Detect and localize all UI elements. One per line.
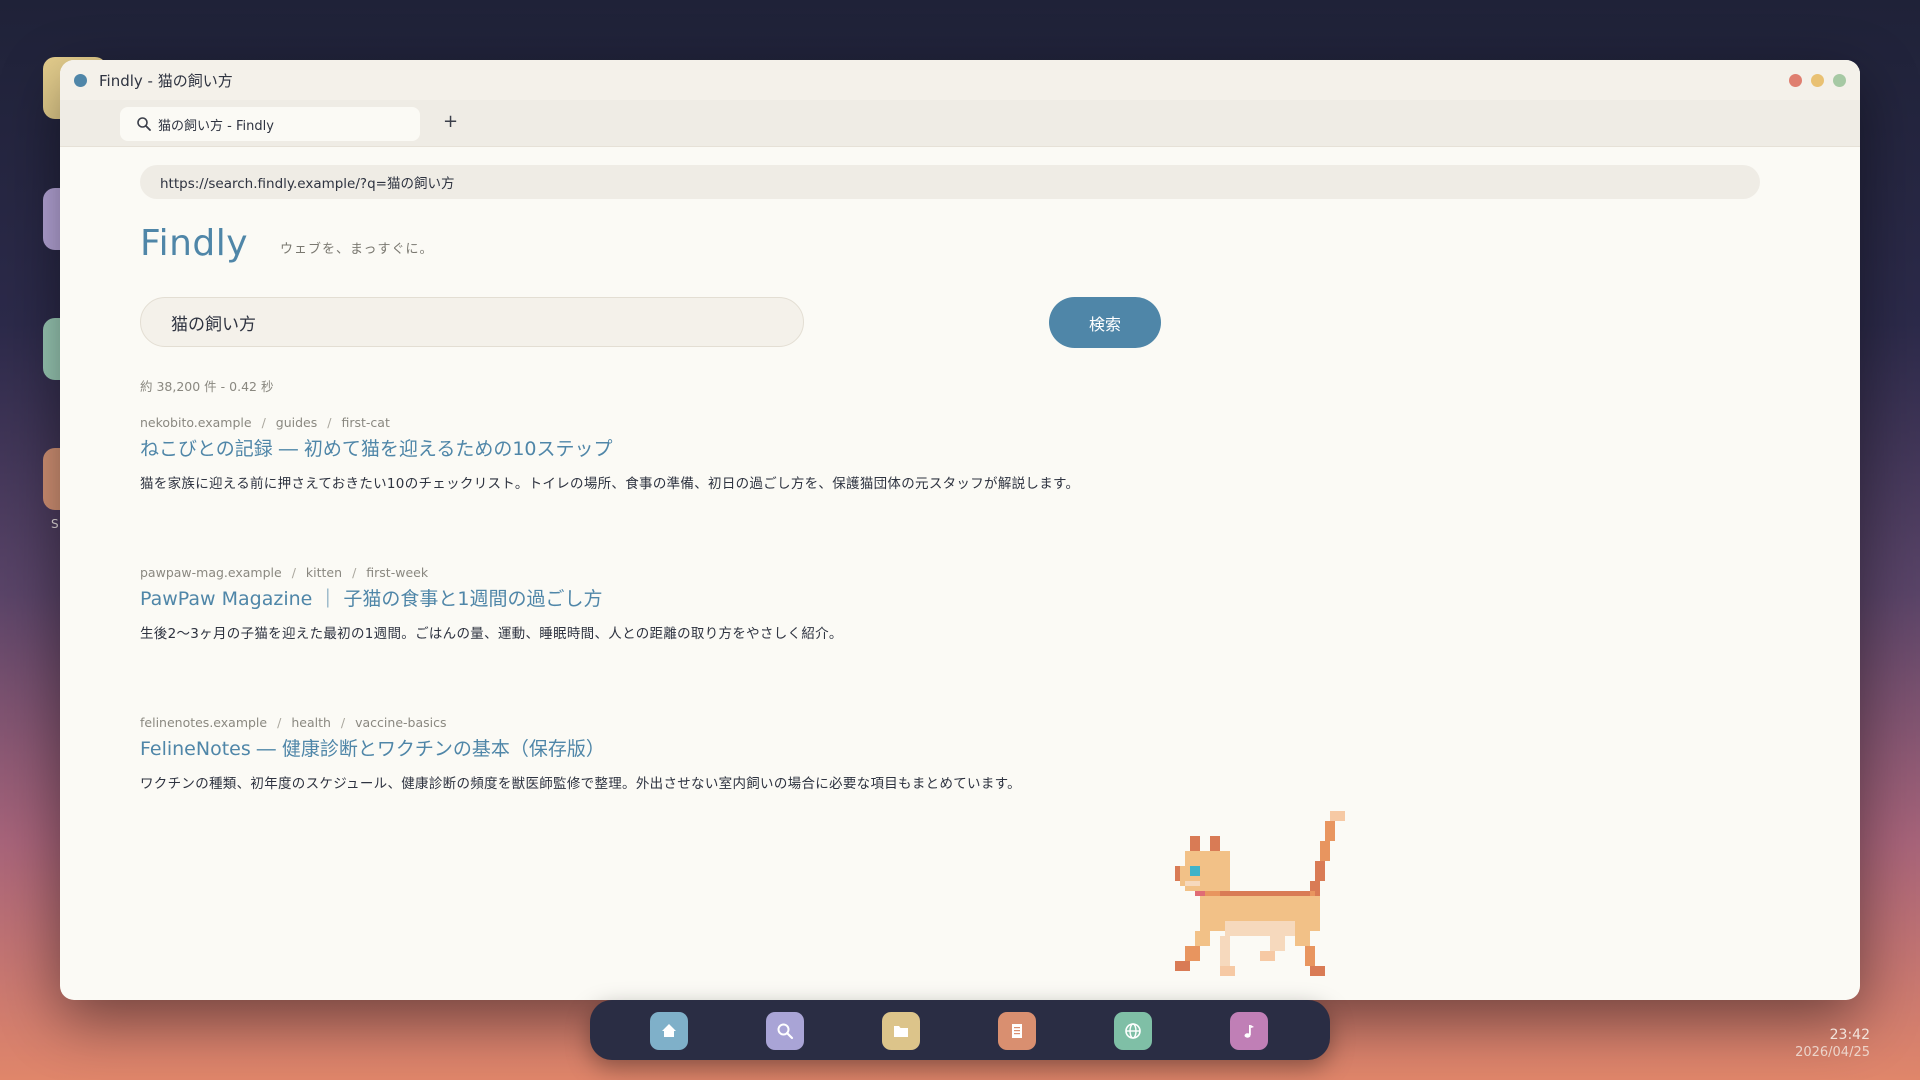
tab-bar: 猫の飼い方 - Findly + [60,100,1860,147]
site-tagline: ウェブを、まっすぐに。 [280,242,434,257]
folder-icon [894,1026,908,1037]
result-title-link[interactable]: ねこびとの記録 ― 初めて猫を迎えるための10ステップ [140,434,1340,461]
result-stats: 約 38,200 件 - 0.42 秒 [140,379,274,394]
crumb-segment: first-week [366,565,429,580]
crumb-separator: / [340,715,346,730]
document-icon [1012,1024,1022,1038]
url-text: https://search.findly.example/?q=猫の飼い方 [160,176,455,192]
new-tab-button[interactable]: + [443,111,458,132]
desktop-icon-label: S [51,517,59,531]
tab-label: 猫の飼い方 - Findly [158,118,274,134]
dock-music[interactable] [1230,1012,1268,1050]
search-icon [777,1023,794,1040]
home-icon [662,1024,676,1037]
crumb-segment: health [291,715,331,730]
crumb-domain: pawpaw-mag.example [140,565,282,580]
address-bar[interactable]: https://search.findly.example/?q=猫の飼い方 [140,165,1760,199]
site-logo[interactable]: Findly [140,223,248,264]
result-snippet: 生後2〜3ヶ月の子猫を迎えた最初の1週間。ごはんの量、運動、睡眠時間、人との距離… [140,626,843,642]
dock [590,1000,1330,1060]
crumb-separator: / [291,565,296,580]
dock-notes[interactable] [998,1012,1036,1050]
clock-date: 2026/04/25 [1795,1045,1870,1060]
result-breadcrumb[interactable]: pawpaw-mag.example / kitten / first-week [140,565,1340,580]
crumb-segment: kitten [305,565,343,580]
close-button[interactable] [1789,74,1802,87]
result-title-link[interactable]: PawPaw Magazine ｜ 子猫の食事と1週間の過ごし方 [140,584,1340,611]
crumb-separator: / [261,415,266,430]
clock-time: 23:42 [1829,1027,1870,1043]
dock-home[interactable] [650,1012,688,1050]
result-breadcrumb[interactable]: felinenotes.example / health / vaccine-bas… [140,715,1340,730]
minimize-button[interactable] [1811,74,1824,87]
search-result: nekobito.example / guides / first-cat ねこびと… [140,415,1340,492]
search-input[interactable] [140,297,804,347]
window-controls [1789,74,1846,87]
system-clock[interactable]: 23:42 2026/04/25 [1795,1027,1870,1060]
window-title: Findly - 猫の飼い方 [99,71,233,90]
tab-active[interactable]: 猫の飼い方 - Findly [120,107,420,141]
crumb-segment: vaccine-basics [355,715,447,730]
search-result: felinenotes.example / health / vaccine-bas… [140,715,1340,792]
result-snippet: 猫を家族に迎える前に押さえておきたい10のチェックリスト。トイレの場所、食事の準… [140,476,1080,492]
crumb-segment: first-cat [341,415,390,430]
crumb-domain: nekobito.example [140,415,252,430]
pixel-cat-mascot [1175,811,1345,976]
crumb-separator: / [352,565,357,580]
music-icon [1244,1025,1254,1038]
result-title-link[interactable]: FelineNotes ― 健康診断とワクチンの基本（保存版） [140,734,1340,761]
result-snippet: ワクチンの種類、初年度のスケジュール、健康診断の頻度を獣医師監修で整理。外出させ… [140,776,1021,792]
browser-window: Findly - 猫の飼い方 猫の飼い方 - Findly + https://… [60,60,1860,1000]
maximize-button[interactable] [1833,74,1846,87]
result-breadcrumb[interactable]: nekobito.example / guides / first-cat [140,415,1340,430]
title-bar: Findly - 猫の飼い方 [60,60,1860,100]
crumb-segment: guides [275,415,318,430]
globe-icon [1125,1023,1141,1039]
search-button[interactable]: 検索 [1049,297,1161,348]
search-result: pawpaw-mag.example / kitten / first-week P… [140,565,1340,642]
dock-files[interactable] [882,1012,920,1050]
crumb-separator: / [327,415,332,430]
search-icon [137,117,151,131]
crumb-domain: felinenotes.example [140,715,268,730]
app-dot-icon [74,73,87,87]
dock-browser[interactable] [1114,1012,1152,1050]
dock-search[interactable] [766,1012,804,1050]
crumb-separator: / [277,715,282,730]
